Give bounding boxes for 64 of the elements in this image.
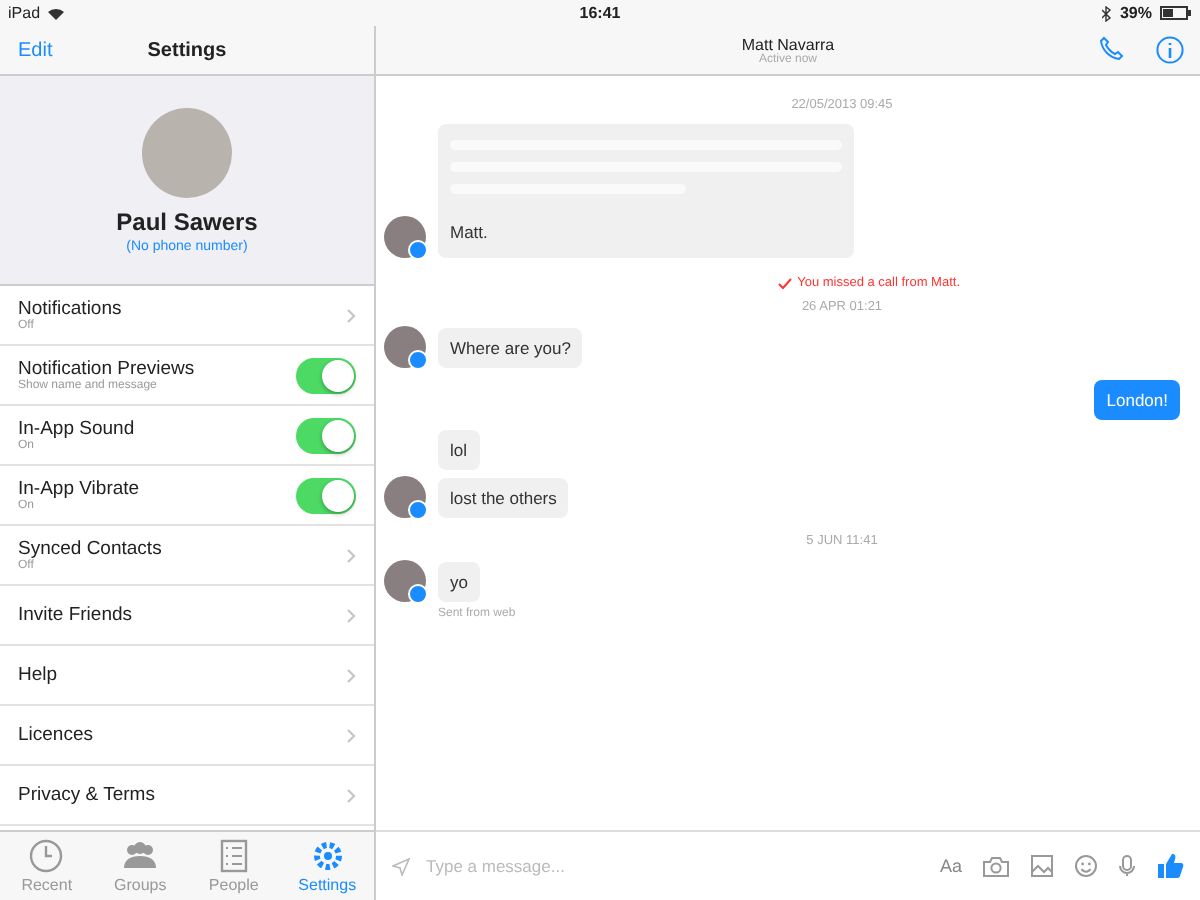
settings-row[interactable]: Privacy & Terms [0, 766, 374, 826]
message-bubble: Matt. [438, 124, 854, 258]
clock-icon [28, 838, 65, 874]
message-bubble: Where are you? [438, 328, 583, 368]
setting-label: In-App Vibrate [18, 478, 140, 500]
setting-label: Notification Previews [18, 358, 195, 380]
wifi-icon [48, 7, 65, 19]
settings-row[interactable]: Help [0, 646, 374, 706]
toggle-switch[interactable] [296, 417, 356, 453]
microphone-icon [1118, 854, 1136, 878]
toggle-switch[interactable] [296, 357, 356, 393]
setting-label: Licences [18, 724, 93, 746]
bluetooth-icon [1101, 5, 1112, 21]
setting-label: Privacy & Terms [18, 784, 155, 806]
clock-time: 16:41 [579, 4, 621, 22]
camera-button[interactable] [982, 855, 1010, 877]
chevron-icon [346, 787, 356, 803]
message-bubble: lost the others [438, 478, 569, 518]
profile-photo-placeholder [142, 107, 232, 197]
setting-label: In-App Sound [18, 418, 135, 440]
chevron-icon [346, 547, 356, 563]
battery-percent: 39% [1119, 4, 1152, 22]
chevron-icon [346, 727, 356, 743]
call-button[interactable] [1100, 36, 1124, 64]
people-group-icon [122, 838, 159, 874]
voice-button[interactable] [1118, 854, 1136, 878]
image-icon [1030, 854, 1054, 878]
chevron-icon [346, 307, 356, 323]
message-bubble: lol [438, 430, 480, 470]
device-label: iPad [8, 4, 41, 22]
location-arrow-icon [392, 857, 410, 875]
panel-title: Settings [147, 39, 227, 61]
font-button[interactable]: Aa [939, 856, 962, 876]
gear-icon [309, 838, 346, 874]
image-button[interactable] [1030, 854, 1054, 878]
message-bubble: London! [1094, 380, 1180, 420]
battery-icon [1160, 6, 1192, 20]
toggle-switch[interactable] [296, 477, 356, 513]
setting-label: Synced Contacts [18, 538, 162, 560]
messenger-badge-icon [408, 584, 428, 604]
message-input[interactable]: Type a message... [422, 854, 920, 878]
setting-label: Invite Friends [18, 604, 133, 626]
settings-row[interactable]: Invite Friends [0, 586, 374, 646]
missed-call-icon [777, 277, 792, 289]
phone-icon [1100, 36, 1124, 60]
emoji-button[interactable] [1074, 854, 1098, 878]
setting-label: Notifications [18, 298, 122, 320]
chevron-icon [346, 607, 356, 623]
info-button[interactable] [1156, 36, 1184, 64]
like-button[interactable] [1156, 852, 1184, 880]
thumbs-up-icon [1156, 852, 1184, 880]
message-bubble: yo [438, 562, 480, 602]
settings-row[interactable]: Licences [0, 706, 374, 766]
info-icon [1156, 36, 1184, 64]
chevron-icon [346, 667, 356, 683]
contact-name: Matt Navarra [741, 35, 835, 53]
messenger-badge-icon [408, 350, 428, 370]
profile-name: Paul Sawers [116, 207, 258, 235]
messenger-badge-icon [408, 240, 428, 260]
messenger-badge-icon [408, 500, 428, 520]
smiley-icon [1074, 854, 1098, 878]
setting-label: Help [18, 664, 58, 686]
camera-icon [982, 855, 1010, 877]
list-icon [215, 838, 252, 874]
